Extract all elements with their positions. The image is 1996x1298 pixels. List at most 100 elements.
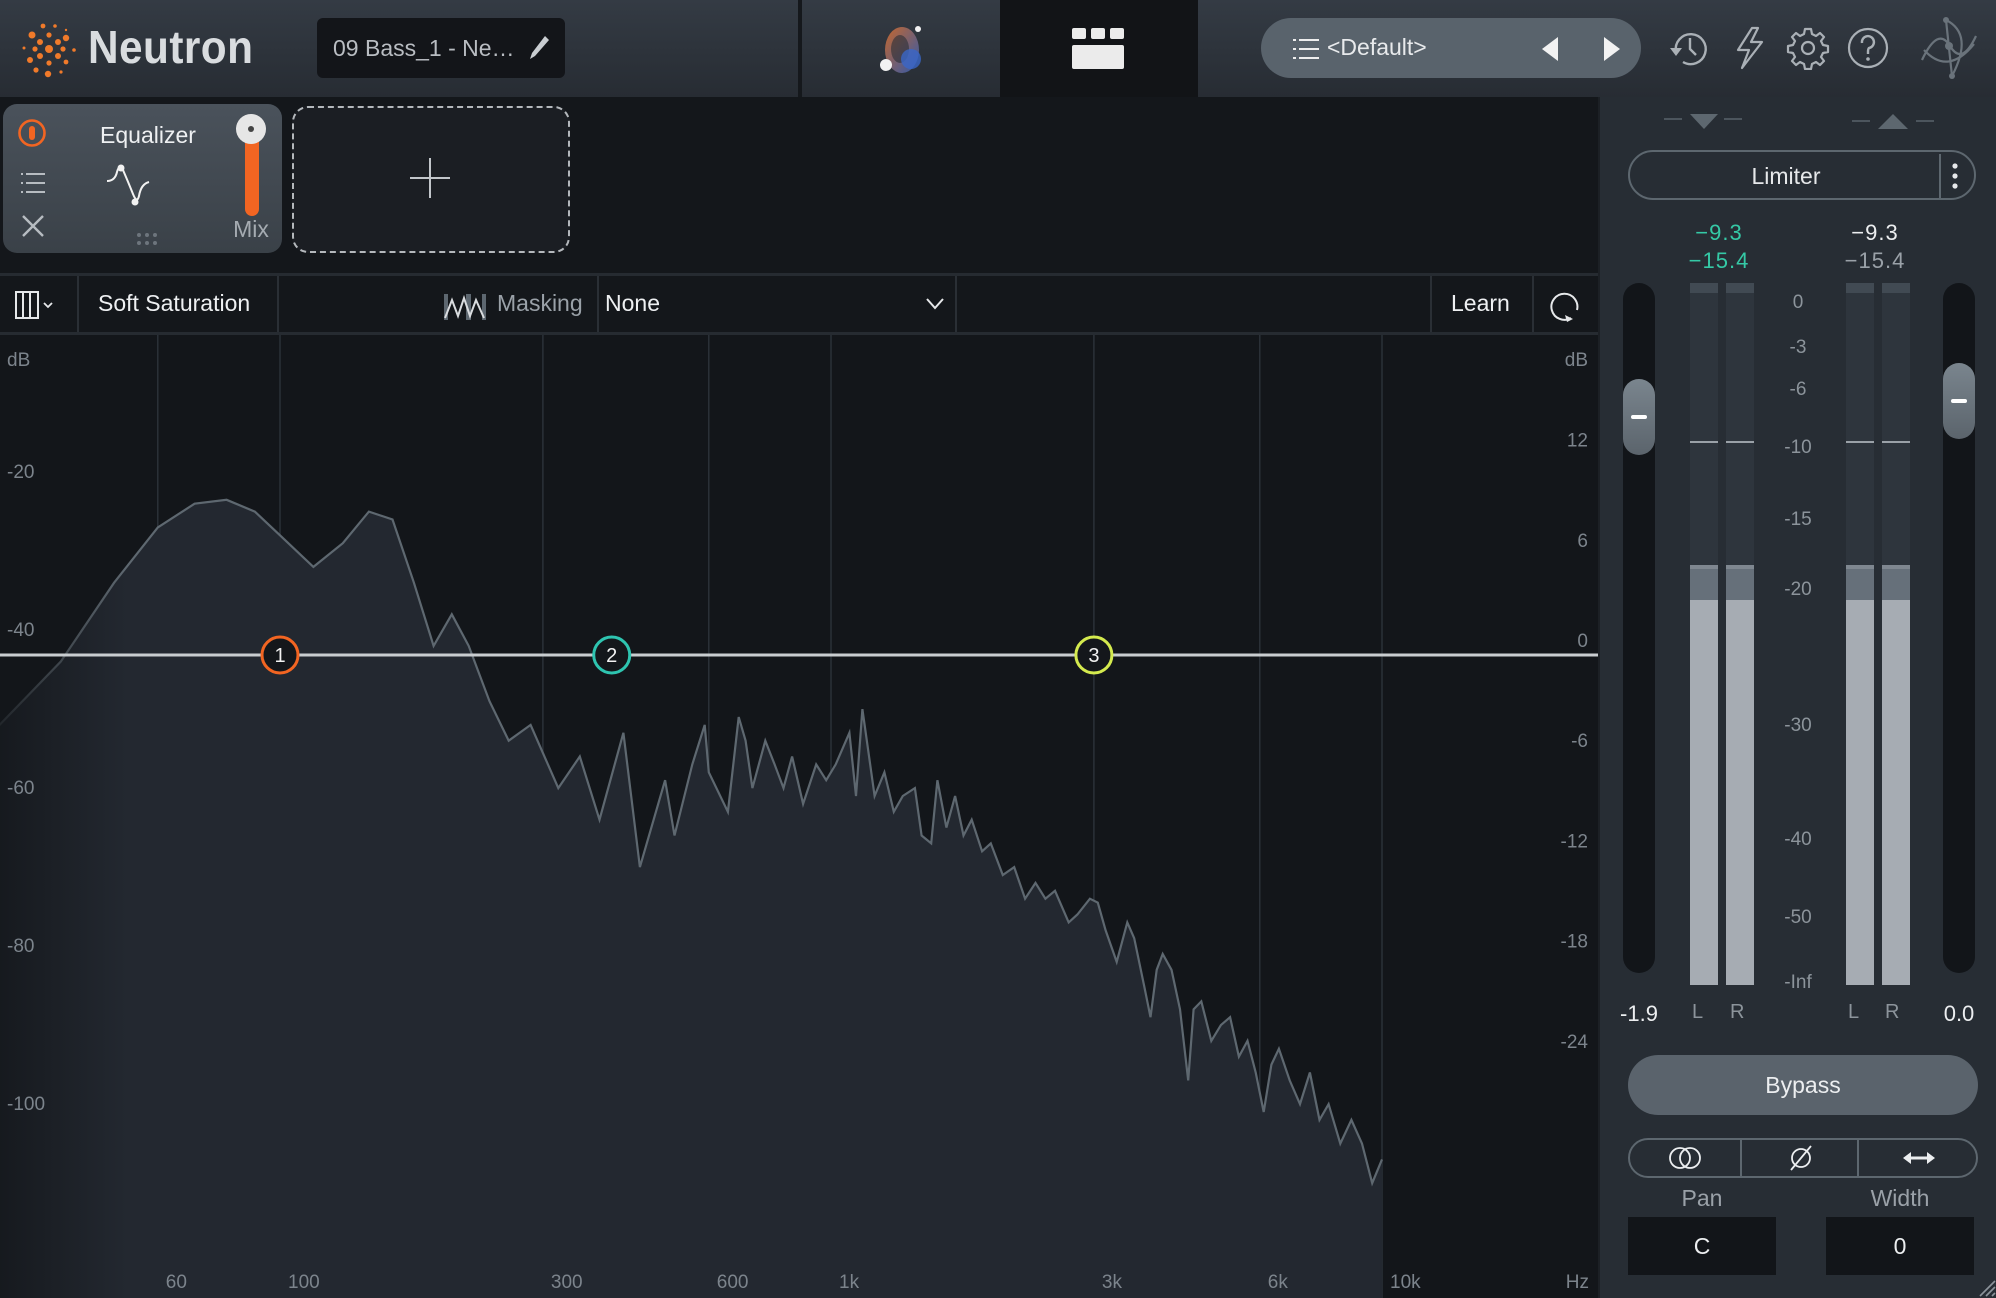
learn-button[interactable]: Learn — [1451, 290, 1510, 317]
kebab-menu-icon[interactable] — [1951, 162, 1959, 190]
masking-icon — [444, 294, 486, 320]
freq-tick-label: 300 — [551, 1272, 583, 1293]
resize-handle-icon[interactable] — [1976, 1277, 1996, 1297]
peak-level-cap — [1690, 565, 1718, 569]
output-gain-fader[interactable] — [1943, 283, 1975, 973]
add-module-slot[interactable] — [292, 106, 570, 253]
plus-icon — [410, 158, 450, 198]
lightning-icon[interactable] — [1728, 26, 1772, 70]
rms-level-bar — [1726, 599, 1754, 985]
drag-handle-icon[interactable] — [136, 232, 158, 246]
output-expand-icon[interactable] — [1852, 113, 1942, 133]
peak-level-bar — [1882, 565, 1910, 600]
module-equalizer[interactable]: Equalizer Mix — [3, 104, 282, 253]
left-axis-tick: -20 — [7, 462, 34, 483]
freq-tick-label: 100 — [288, 1272, 320, 1293]
pencil-icon[interactable] — [527, 34, 551, 62]
output-gain-thumb[interactable] — [1943, 363, 1975, 439]
mono-button[interactable] — [1630, 1140, 1742, 1176]
peak-level-bar — [1690, 565, 1718, 600]
width-label: Width — [1870, 1185, 1930, 1211]
eq-node-1[interactable]: 1 — [260, 635, 300, 675]
pan-field[interactable]: C — [1628, 1217, 1776, 1275]
spectrum-area — [0, 499, 1382, 1298]
swap-channels-button[interactable] — [1861, 1140, 1976, 1176]
input-peak-readout: −9.3 — [1695, 220, 1743, 245]
swap-channels-icon — [1902, 1152, 1935, 1164]
channel-label: L — [1692, 1001, 1704, 1023]
neutron-logo-icon — [22, 23, 76, 78]
eq-node-2[interactable]: 2 — [592, 635, 632, 675]
preset-name-field[interactable]: 09 Bass_1 - Ne… — [317, 18, 565, 78]
output-panel: Limiter −9.3 −15.4 −9.3 −15.4 0 -3 -6 -10 -1… — [1598, 97, 1996, 1298]
visual-mixer-icon — [880, 25, 921, 73]
clip-indicator — [1690, 283, 1718, 293]
toolbar-divider — [955, 276, 957, 332]
close-module-icon[interactable] — [21, 214, 45, 238]
toolbar-divider — [277, 276, 279, 332]
left-axis-tick: -40 — [7, 620, 34, 641]
preset-name-text: 09 Bass_1 - Ne… — [333, 34, 515, 61]
freq-tick-label: 1k — [839, 1272, 860, 1293]
phase-invert-button[interactable] — [1744, 1140, 1859, 1176]
mix-slider-thumb[interactable] — [236, 114, 266, 144]
preset-selector[interactable]: <Default> — [1261, 18, 1641, 78]
level-meter-output-l — [1846, 283, 1874, 985]
app-name: Neutron — [88, 21, 254, 73]
help-icon[interactable] — [1846, 26, 1890, 70]
saturation-mode-button[interactable]: Soft Saturation — [98, 290, 250, 317]
freq-tick-label: 10k — [1390, 1272, 1421, 1293]
meter-scale-label: -20 — [1784, 579, 1812, 600]
left-axis-tick: -80 — [7, 936, 34, 957]
input-gain-thumb[interactable] — [1623, 379, 1655, 456]
gear-icon[interactable] — [1786, 26, 1830, 70]
history-icon[interactable] — [1666, 26, 1710, 70]
input-gain-fader[interactable] — [1623, 283, 1655, 973]
preset-selector-label: <Default> — [1327, 34, 1427, 60]
freq-tick-label: 600 — [717, 1272, 749, 1293]
rms-level-bar — [1882, 599, 1910, 985]
izotope-logo-icon[interactable] — [1918, 16, 1980, 80]
right-axis-tick: 0 — [1577, 631, 1588, 652]
stereo-tools — [1628, 1138, 1978, 1178]
eq-graph[interactable]: dB -20 -40 -60 -80 -100 dB 12 6 0 -6 -12 -18 -24 60 1… — [0, 335, 1598, 1298]
eq-toolbar: Soft Saturation Masking None Learn — [0, 273, 1598, 335]
eq-node-3[interactable]: 3 — [1074, 635, 1114, 675]
mix-label: Mix — [233, 216, 269, 242]
input-gain-value[interactable]: -1.9 — [1604, 1001, 1674, 1027]
visual-mixer-tab[interactable] — [802, 0, 1000, 97]
output-gain-value[interactable]: 0.0 — [1924, 1001, 1994, 1027]
bypass-button[interactable]: Bypass — [1628, 1055, 1978, 1115]
module-list-icon[interactable] — [21, 172, 45, 194]
eq-curve-icon — [106, 164, 150, 206]
previous-preset-icon[interactable] — [1539, 36, 1563, 62]
peak-level-bar — [1846, 565, 1874, 600]
refresh-icon[interactable] — [1549, 288, 1583, 322]
peak-level-bar — [1726, 565, 1754, 600]
masking-source-dropdown[interactable]: None — [600, 276, 954, 332]
power-icon[interactable] — [17, 118, 47, 148]
input-collapse-icon[interactable] — [1664, 113, 1754, 133]
limiter-divider — [1939, 154, 1941, 198]
modules-view-tab[interactable] — [1000, 0, 1198, 97]
meter-scale-label: -Inf — [1784, 972, 1812, 993]
phase-invert-icon — [1789, 1145, 1812, 1171]
peak-level-cap — [1726, 565, 1754, 569]
width-field[interactable]: 0 — [1826, 1217, 1974, 1275]
peak-hold-line — [1690, 440, 1718, 443]
rms-level-bar — [1690, 599, 1718, 985]
left-axis-label: dB — [7, 350, 30, 371]
rms-level-bar — [1846, 599, 1874, 985]
eq-node-label: 3 — [1088, 645, 1099, 667]
level-meter-input-l — [1690, 283, 1718, 985]
level-meter-input-r — [1726, 283, 1754, 985]
meter-scale-label: -40 — [1784, 829, 1812, 850]
channel-label: L — [1848, 1001, 1860, 1023]
mono-icon — [1669, 1147, 1701, 1169]
view-options-button[interactable] — [14, 290, 62, 320]
eq-node-label: 1 — [274, 645, 285, 667]
channel-label: R — [1885, 1001, 1900, 1023]
meter-scale-label: -15 — [1784, 509, 1812, 530]
next-preset-icon[interactable] — [1599, 36, 1623, 62]
toolbar-divider — [1532, 276, 1534, 332]
